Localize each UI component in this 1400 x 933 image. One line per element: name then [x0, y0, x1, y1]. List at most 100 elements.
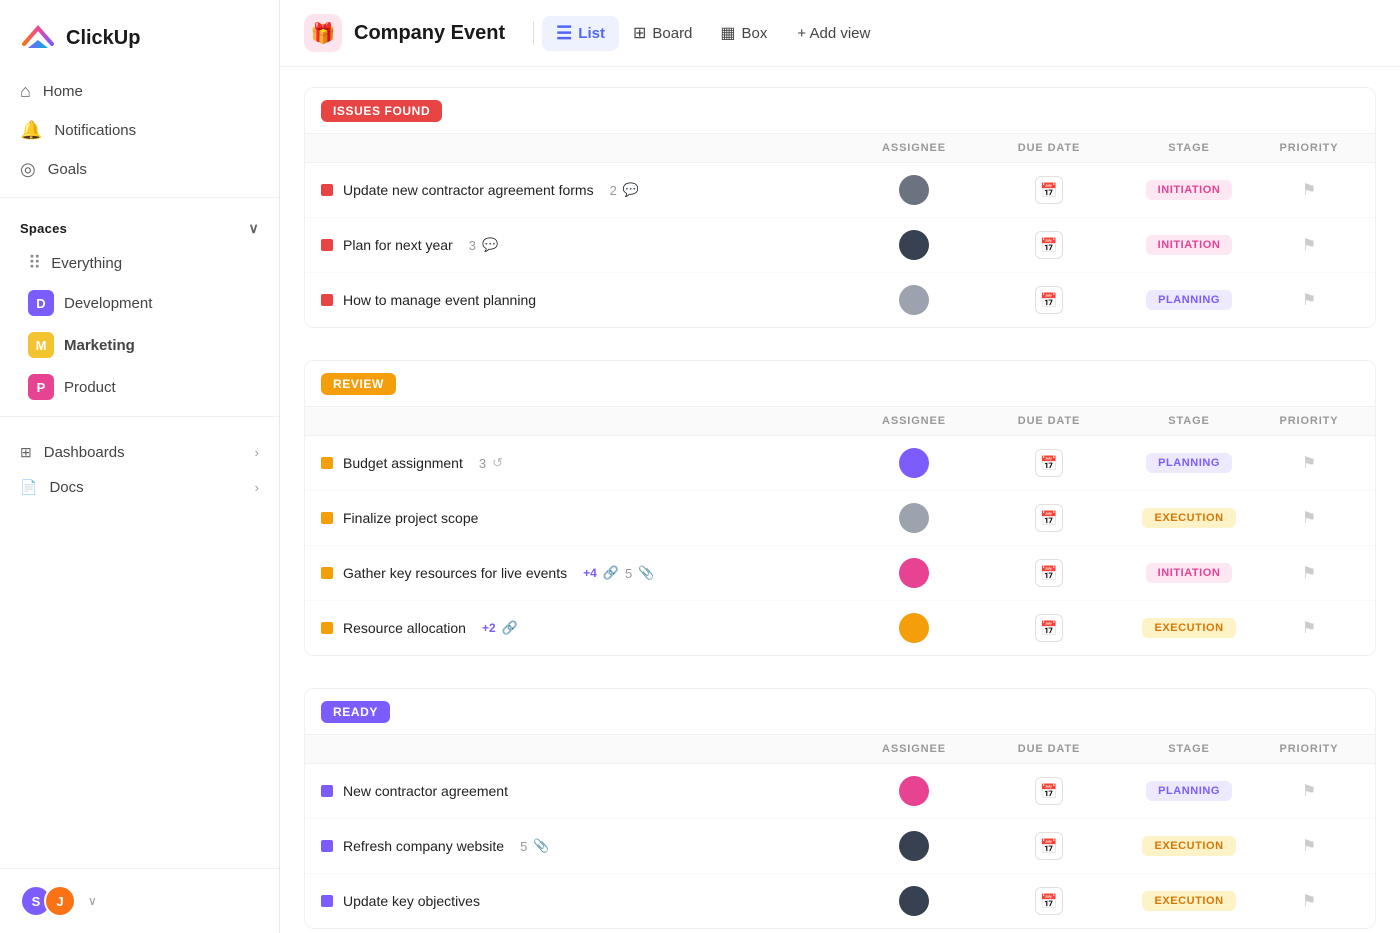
spaces-list: ⠿ Everything D Development M Marketing P…	[0, 245, 279, 408]
group-badge-ready: READY	[321, 701, 390, 723]
add-view-button[interactable]: + Add view	[785, 18, 882, 49]
calendar-icon-2: 📅	[1035, 231, 1063, 259]
stage-10: EXECUTION	[1119, 891, 1259, 911]
spaces-chevron-icon[interactable]: ∨	[248, 220, 259, 237]
flag-icon-2: ⚑	[1302, 235, 1316, 255]
tab-list[interactable]: ☰ List	[542, 16, 619, 51]
priority-9[interactable]: ⚑	[1259, 836, 1359, 856]
tab-box-label: Box	[742, 25, 768, 42]
topbar-title: Company Event	[354, 22, 505, 45]
due-date-3[interactable]: 📅	[979, 286, 1119, 314]
stage-3: PLANNING	[1119, 290, 1259, 310]
calendar-icon-8: 📅	[1035, 777, 1063, 805]
list-icon: ☰	[556, 23, 572, 44]
col-priority-2: PRIORITY	[1259, 415, 1359, 427]
priority-1[interactable]: ⚑	[1259, 180, 1359, 200]
task-name-cell-4: Budget assignment 3 ↺	[321, 455, 849, 471]
stage-badge-9: EXECUTION	[1142, 836, 1235, 856]
due-date-9[interactable]: 📅	[979, 832, 1119, 860]
table-row[interactable]: Gather key resources for live events +4 …	[305, 546, 1375, 601]
task-name-cell-6: Gather key resources for live events +4 …	[321, 565, 849, 581]
product-badge: P	[28, 374, 54, 400]
sidebar-item-home-label: Home	[43, 83, 83, 100]
sidebar-item-docs[interactable]: 📄 Docs ›	[8, 470, 271, 505]
calendar-icon-9: 📅	[1035, 832, 1063, 860]
priority-5[interactable]: ⚑	[1259, 508, 1359, 528]
task-dot-2	[321, 239, 333, 251]
sidebar-item-goals[interactable]: ◎ Goals	[8, 150, 271, 189]
priority-10[interactable]: ⚑	[1259, 891, 1359, 911]
due-date-4[interactable]: 📅	[979, 449, 1119, 477]
group-badge-review: REVIEW	[321, 373, 396, 395]
table-row[interactable]: New contractor agreement 📅 PLANNING ⚑	[305, 764, 1375, 819]
logo[interactable]: ClickUp	[0, 0, 279, 72]
topbar-space-icon-wrapper: 🎁	[304, 14, 342, 52]
footer-avatars[interactable]: S J	[20, 885, 76, 917]
task-dot-7	[321, 622, 333, 634]
priority-7[interactable]: ⚑	[1259, 618, 1359, 638]
task-name-9: Refresh company website	[343, 838, 504, 854]
priority-3[interactable]: ⚑	[1259, 290, 1359, 310]
task-name-cell-7: Resource allocation +2 🔗	[321, 620, 849, 636]
table-row[interactable]: Update key objectives 📅 EXECUTION ⚑	[305, 874, 1375, 928]
tab-board[interactable]: ⊞ Board	[619, 16, 706, 50]
sidebar-item-notifications[interactable]: 🔔 Notifications	[8, 111, 271, 150]
columns-header-review: ASSIGNEE DUE DATE STAGE PRIORITY	[305, 407, 1375, 436]
task-dot-6	[321, 567, 333, 579]
priority-6[interactable]: ⚑	[1259, 563, 1359, 583]
avatar-4	[899, 448, 929, 478]
priority-2[interactable]: ⚑	[1259, 235, 1359, 255]
tab-board-label: Board	[652, 25, 692, 42]
due-date-2[interactable]: 📅	[979, 231, 1119, 259]
due-date-5[interactable]: 📅	[979, 504, 1119, 532]
flag-icon-1: ⚑	[1302, 180, 1316, 200]
sidebar-item-marketing[interactable]: M Marketing	[8, 324, 271, 366]
flag-icon-7: ⚑	[1302, 618, 1316, 638]
sidebar-item-marketing-label: Marketing	[64, 337, 135, 354]
task-dot-3	[321, 294, 333, 306]
due-date-1[interactable]: 📅	[979, 176, 1119, 204]
due-date-6[interactable]: 📅	[979, 559, 1119, 587]
table-row[interactable]: How to manage event planning 📅 PLANNING …	[305, 273, 1375, 327]
due-date-10[interactable]: 📅	[979, 887, 1119, 915]
col-stage-3: STAGE	[1119, 743, 1259, 755]
dashboards-icon: ⊞	[20, 444, 32, 461]
sidebar-item-dashboards[interactable]: ⊞ Dashboards ›	[8, 435, 271, 470]
task-name-cell-8: New contractor agreement	[321, 783, 849, 799]
task-name-cell-5: Finalize project scope	[321, 510, 849, 526]
assignee-7	[849, 613, 979, 643]
priority-8[interactable]: ⚑	[1259, 781, 1359, 801]
due-date-8[interactable]: 📅	[979, 777, 1119, 805]
table-row[interactable]: Plan for next year 3 💬 📅 INITIATION ⚑	[305, 218, 1375, 273]
sidebar-item-development[interactable]: D Development	[8, 282, 271, 324]
footer-chevron-icon[interactable]: ∨	[88, 894, 97, 908]
grid-icon: ⠿	[28, 253, 41, 274]
due-date-7[interactable]: 📅	[979, 614, 1119, 642]
table-row[interactable]: Resource allocation +2 🔗 📅 EXECUTION ⚑	[305, 601, 1375, 655]
task-name-cell-10: Update key objectives	[321, 893, 849, 909]
avatar-3	[899, 285, 929, 315]
stage-badge-3: PLANNING	[1146, 290, 1232, 310]
assignee-6	[849, 558, 979, 588]
group-header-ready: READY	[305, 689, 1375, 735]
task-count-1: 2	[610, 183, 617, 198]
comment-icon-4: ↺	[492, 455, 503, 471]
calendar-icon-10: 📅	[1035, 887, 1063, 915]
table-row[interactable]: Refresh company website 5 📎 📅 EXECUTION	[305, 819, 1375, 874]
task-name-2: Plan for next year	[343, 237, 453, 253]
col-due-date-2: DUE DATE	[979, 415, 1119, 427]
table-row[interactable]: Budget assignment 3 ↺ 📅 PLANNING ⚑	[305, 436, 1375, 491]
sidebar-item-home[interactable]: ⌂ Home	[8, 72, 271, 111]
table-row[interactable]: Finalize project scope 📅 EXECUTION ⚑	[305, 491, 1375, 546]
stage-1: INITIATION	[1119, 180, 1259, 200]
sidebar-item-notifications-label: Notifications	[54, 122, 136, 139]
assignee-10	[849, 886, 979, 916]
comment-icon-1: 💬	[623, 182, 639, 198]
task-meta-9: 5 📎	[520, 838, 549, 854]
priority-4[interactable]: ⚑	[1259, 453, 1359, 473]
sidebar-item-everything[interactable]: ⠿ Everything	[8, 245, 271, 282]
sidebar-item-product[interactable]: P Product	[8, 366, 271, 408]
col-stage-2: STAGE	[1119, 415, 1259, 427]
table-row[interactable]: Update new contractor agreement forms 2 …	[305, 163, 1375, 218]
tab-box[interactable]: ▦ Box	[706, 16, 781, 50]
